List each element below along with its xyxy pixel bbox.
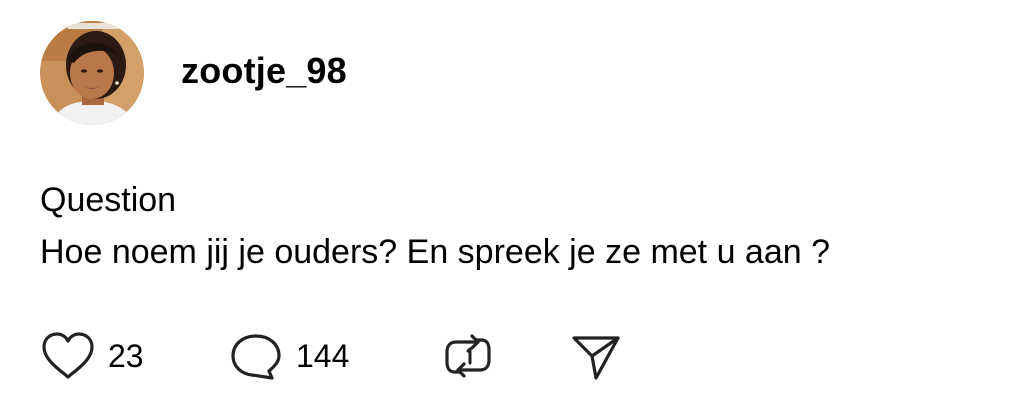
comment-icon <box>228 330 284 382</box>
avatar[interactable] <box>40 21 144 125</box>
post-text: Hoe noem jij je ouders? En spreek je ze … <box>40 233 831 271</box>
post-header: zootje_98 <box>40 21 347 125</box>
post-title: Question <box>40 181 177 219</box>
post-body: Question Hoe noem jij je ouders? En spre… <box>40 174 830 278</box>
username[interactable]: zootje_98 <box>181 50 347 92</box>
like-button[interactable]: 23 <box>40 330 228 382</box>
repost-button[interactable] <box>440 330 568 382</box>
thread-post: zootje_98 Question Hoe noem jij je ouder… <box>0 0 1024 405</box>
comment-button[interactable]: 144 <box>228 330 440 382</box>
post-actions: 23 144 <box>40 330 624 382</box>
avatar-image <box>40 21 144 125</box>
heart-icon <box>40 330 96 382</box>
comment-count: 144 <box>296 338 350 374</box>
send-icon <box>568 330 624 382</box>
share-button[interactable] <box>568 330 624 382</box>
like-count: 23 <box>108 338 144 374</box>
repost-icon <box>440 330 496 382</box>
